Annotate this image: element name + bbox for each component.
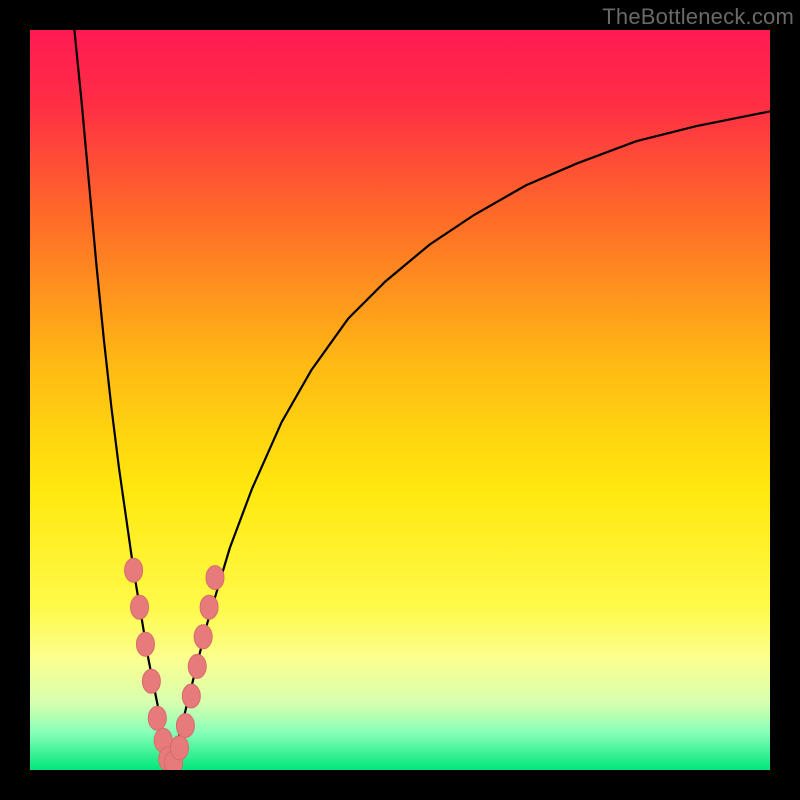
plot-area: [30, 30, 770, 770]
scatter-dot: [136, 632, 154, 656]
curves-layer: [30, 30, 770, 770]
scatter-dot: [148, 706, 166, 730]
chart-frame: TheBottleneck.com: [0, 0, 800, 800]
scatter-dot: [194, 625, 212, 649]
scatter-dot: [206, 566, 224, 590]
scatter-dot: [182, 684, 200, 708]
scatter-dot: [188, 654, 206, 678]
curve-right-branch: [171, 111, 770, 770]
scatter-dot: [131, 595, 149, 619]
scatter-dot: [170, 736, 188, 760]
scatter-dot: [176, 714, 194, 738]
scatter-dot: [200, 595, 218, 619]
scatter-dot: [142, 669, 160, 693]
watermark-text: TheBottleneck.com: [602, 4, 794, 30]
curve-left-branch: [74, 30, 170, 770]
scatter-dots: [125, 558, 224, 770]
scatter-dot: [125, 558, 143, 582]
